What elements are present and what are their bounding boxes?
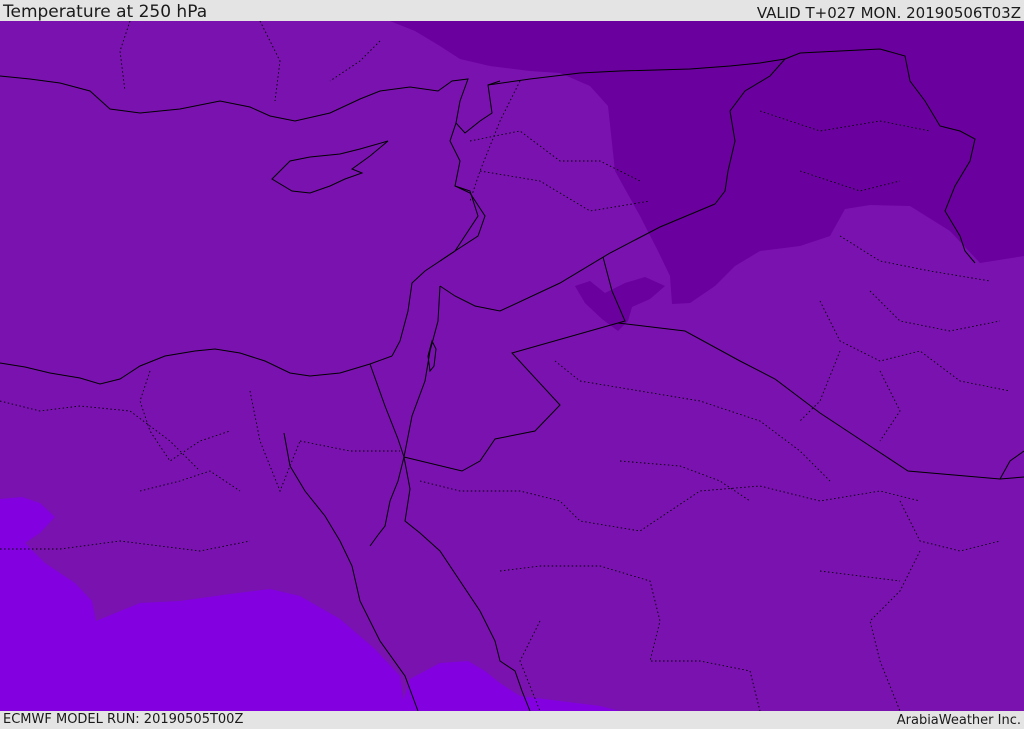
valid-time-label: VALID T+027 MON. 20190506T03Z xyxy=(756,4,1021,22)
weather-map xyxy=(0,21,1024,711)
footer-bar: ECMWF MODEL RUN: 20190505T00Z ArabiaWeat… xyxy=(0,711,1024,729)
header-bar: Temperature at 250 hPa VALID T+027 MON. … xyxy=(0,0,1024,22)
model-run-label: ECMWF MODEL RUN: 20190505T00Z xyxy=(3,712,244,727)
credit-label: ArabiaWeather Inc. xyxy=(896,713,1021,728)
map-title: Temperature at 250 hPa xyxy=(3,2,208,22)
